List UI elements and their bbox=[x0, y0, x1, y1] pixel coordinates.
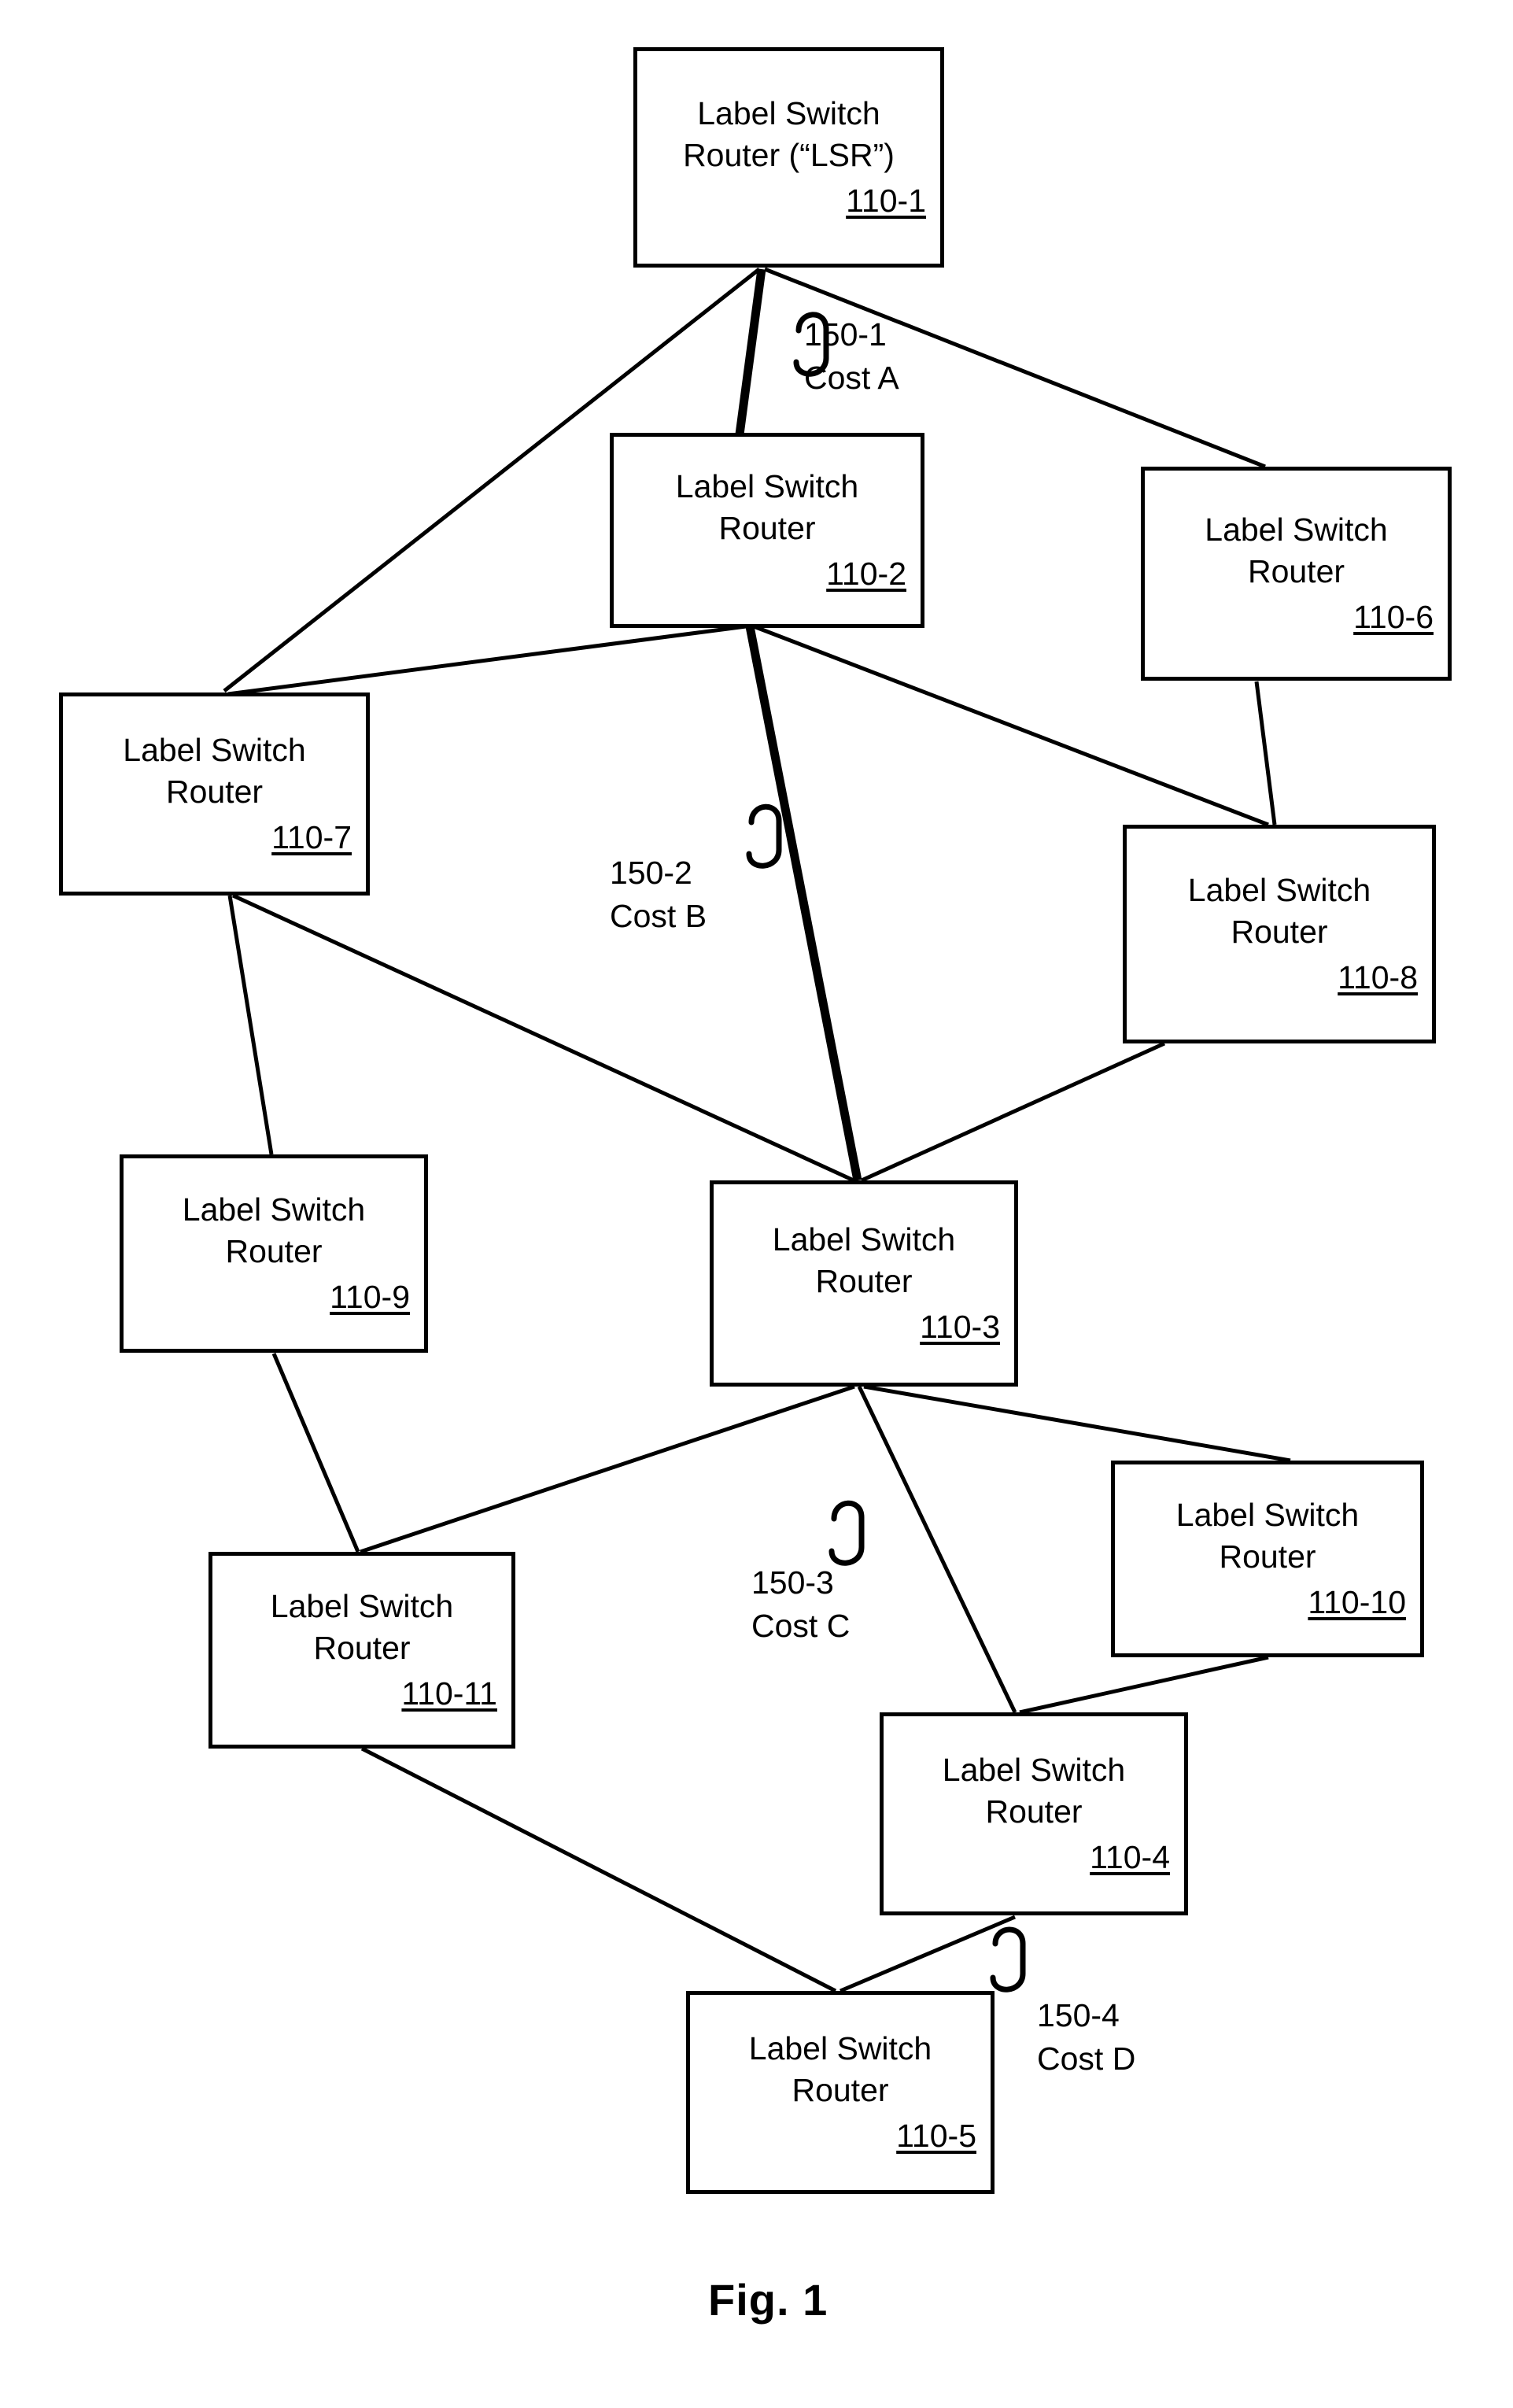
router-node-reference-number: 110-4 bbox=[1090, 1838, 1170, 1875]
router-node-110-6[interactable]: Label Switch Router 110-6 bbox=[1141, 467, 1452, 681]
figure-caption: Fig. 1 bbox=[708, 2275, 828, 2325]
router-node-title: Label Switch Router (“LSR”) bbox=[683, 95, 895, 174]
network-link-110-7--110-3 bbox=[231, 893, 855, 1183]
link-callout-150-3: 150-3 Cost C bbox=[751, 1564, 851, 1644]
router-node-110-7[interactable]: Label Switch Router 110-7 bbox=[59, 692, 370, 896]
router-node-title: Label Switch Router bbox=[123, 732, 306, 811]
network-link-110-7--110-9 bbox=[227, 895, 274, 1155]
router-node-reference-number: 110-5 bbox=[896, 2117, 976, 2154]
router-node-reference-number: 110-7 bbox=[271, 818, 352, 855]
network-link-110-1--110-2 bbox=[735, 268, 766, 435]
router-node-reference-number: 110-11 bbox=[401, 1675, 497, 1712]
router-node-title: Label Switch Router bbox=[675, 468, 859, 547]
router-node-reference-number: 110-8 bbox=[1338, 958, 1418, 995]
router-node-title: Label Switch Router bbox=[1175, 1497, 1360, 1575]
router-node-reference-number: 110-6 bbox=[1353, 598, 1434, 635]
network-link-110-11--110-5 bbox=[360, 1746, 837, 1993]
network-link-110-2--110-7 bbox=[227, 624, 747, 696]
network-link-110-2--110-3 bbox=[745, 625, 862, 1182]
network-link-110-10--110-4 bbox=[1019, 1655, 1269, 1715]
router-node-110-9[interactable]: Label Switch Router 110-9 bbox=[120, 1154, 428, 1353]
router-node-title: Label Switch Router bbox=[1205, 512, 1388, 590]
router-node-110-4[interactable]: Label Switch Router 110-4 bbox=[880, 1712, 1188, 1915]
router-node-reference-number: 110-10 bbox=[1308, 1583, 1406, 1620]
network-link-110-9--110-11 bbox=[271, 1353, 360, 1553]
router-node-110-3[interactable]: Label Switch Router 110-3 bbox=[710, 1180, 1018, 1387]
link-callout-150-4: 150-4 Cost D bbox=[1037, 1997, 1136, 2077]
router-node-title: Label Switch Router bbox=[1187, 872, 1371, 951]
router-node-110-11[interactable]: Label Switch Router 110-11 bbox=[208, 1552, 515, 1749]
router-node-110-10[interactable]: Label Switch Router 110-10 bbox=[1111, 1461, 1424, 1657]
network-link-110-3--110-11 bbox=[360, 1384, 855, 1554]
network-link-110-6--110-8 bbox=[1254, 681, 1277, 825]
router-node-110-2[interactable]: Label Switch Router 110-2 bbox=[610, 433, 924, 628]
leader-line-150-2 bbox=[746, 803, 782, 869]
router-node-title: Label Switch Router bbox=[182, 1191, 366, 1270]
network-link-110-4--110-5 bbox=[840, 1915, 1016, 1993]
router-node-reference-number: 110-3 bbox=[920, 1308, 1000, 1345]
router-node-reference-number: 110-1 bbox=[846, 182, 926, 219]
router-node-110-8[interactable]: Label Switch Router 110-8 bbox=[1123, 825, 1436, 1043]
router-node-title: Label Switch Router bbox=[942, 1752, 1126, 1830]
leader-line-150-3 bbox=[828, 1500, 865, 1566]
network-link-110-3--110-10 bbox=[863, 1384, 1291, 1463]
network-link-110-8--110-3 bbox=[860, 1041, 1166, 1183]
figure-canvas: Label Switch Router (“LSR”) 110-1 Label Sw… bbox=[0, 0, 1513, 2408]
link-callout-150-2: 150-2 Cost B bbox=[610, 855, 707, 934]
router-node-reference-number: 110-9 bbox=[330, 1278, 410, 1315]
link-callout-150-1: 150-1 Cost A bbox=[804, 316, 899, 396]
router-node-110-1[interactable]: Label Switch Router (“LSR”) 110-1 bbox=[633, 47, 944, 268]
router-node-title: Label Switch Router bbox=[772, 1221, 956, 1300]
network-link-110-3--110-4 bbox=[857, 1385, 1017, 1714]
router-node-title: Label Switch Router bbox=[748, 2030, 932, 2109]
router-node-title: Label Switch Router bbox=[270, 1588, 454, 1667]
router-node-110-5[interactable]: Label Switch Router 110-5 bbox=[686, 1991, 995, 2194]
leader-line-150-4 bbox=[990, 1926, 1026, 1993]
router-node-reference-number: 110-2 bbox=[826, 555, 906, 592]
